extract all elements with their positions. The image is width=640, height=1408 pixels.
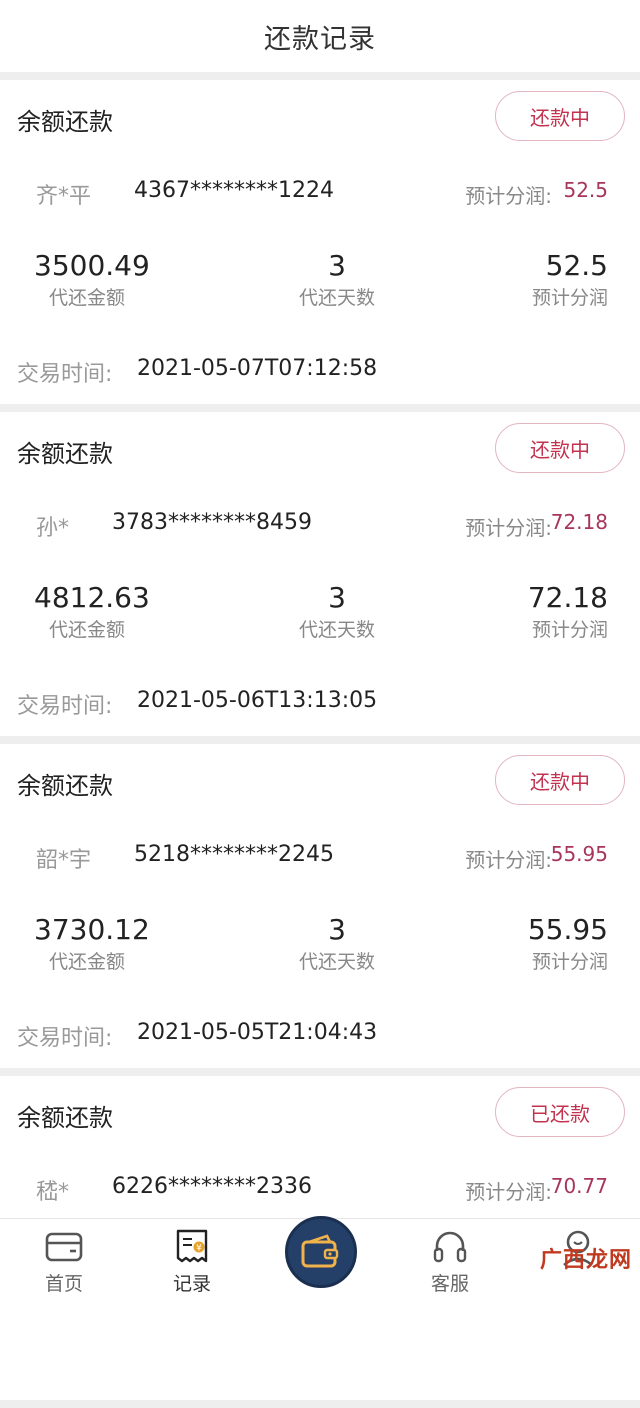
days-value: 3	[328, 249, 346, 282]
amount-stat: 3500.49 代还金额	[34, 248, 150, 312]
app-header: 还款记录	[0, 0, 640, 72]
days-value: 3	[328, 913, 346, 946]
days-stat: 3 代还天数	[295, 248, 379, 312]
page-title: 还款记录	[264, 23, 376, 55]
customer-name: 韶*宇	[36, 848, 92, 873]
share-value: 52.5	[563, 178, 608, 202]
status-button[interactable]: 还款中	[495, 423, 625, 473]
record-card[interactable]: 余额还款 还款中 孙* 3783********8459 预计分润: 72.18…	[0, 412, 640, 736]
wallet-icon	[301, 1234, 339, 1268]
wallet-card-icon	[24, 1227, 104, 1267]
status-button[interactable]: 还款中	[495, 755, 625, 805]
center-wallet-button[interactable]	[285, 1216, 357, 1288]
time-label: 交易时间:	[17, 1026, 113, 1051]
svg-text:¥: ¥	[196, 1244, 202, 1254]
time-value: 2021-05-07T07:12:58	[137, 356, 378, 381]
tab-records[interactable]: ¥ 记录	[152, 1227, 232, 1296]
share-value: 55.95	[550, 842, 608, 866]
record-card[interactable]: 余额还款 还款中 齐*平 4367********1224 预计分润: 52.5…	[0, 80, 640, 404]
headset-icon	[410, 1227, 490, 1267]
receipt-icon: ¥	[152, 1227, 232, 1267]
tab-service[interactable]: 客服	[410, 1227, 490, 1296]
status-button[interactable]: 还款中	[495, 91, 625, 141]
time-label: 交易时间:	[17, 362, 113, 387]
share-label: 预计分润:	[465, 848, 552, 872]
profit-stat: 72.18 预计分润	[528, 580, 608, 644]
record-type: 余额还款	[17, 1104, 113, 1132]
customer-name: 齐*平	[36, 184, 92, 209]
tab-service-label: 客服	[430, 1273, 469, 1295]
card-number: 4367********1224	[134, 178, 334, 203]
record-type: 余额还款	[17, 772, 113, 800]
profit-stat: 52.5 预计分润	[532, 248, 608, 312]
status-button[interactable]: 已还款	[495, 1087, 625, 1137]
profit-value: 55.95	[527, 913, 608, 946]
share-label: 预计分润:	[465, 184, 552, 208]
share-label: 预计分润:	[465, 1180, 552, 1204]
amount-label: 代还金额	[49, 287, 126, 309]
amount-value: 3730.12	[34, 913, 150, 946]
share-label: 预计分润:	[465, 516, 552, 540]
profit-value: 52.5	[545, 249, 608, 282]
record-type: 余额还款	[17, 440, 113, 468]
amount-label: 代还金额	[49, 619, 126, 641]
days-label: 代还天数	[298, 619, 375, 641]
days-value: 3	[328, 581, 346, 614]
profit-value: 72.18	[527, 581, 608, 614]
amount-value: 4812.63	[34, 581, 150, 614]
time-value: 2021-05-05T21:04:43	[137, 1020, 378, 1045]
profit-label: 预计分润	[531, 951, 608, 973]
card-number: 5218********2245	[134, 842, 334, 867]
tab-home-label: 首页	[44, 1273, 83, 1295]
record-type: 余额还款	[17, 108, 113, 136]
watermark-text: 广西龙网	[539, 1248, 632, 1273]
amount-label: 代还金额	[49, 951, 126, 973]
days-stat: 3 代还天数	[295, 912, 379, 976]
amount-stat: 4812.63 代还金额	[34, 580, 150, 644]
share-value: 72.18	[550, 510, 608, 534]
days-stat: 3 代还天数	[295, 580, 379, 644]
profit-label: 预计分润	[531, 287, 608, 309]
profit-stat: 55.95 预计分润	[528, 912, 608, 976]
amount-stat: 3730.12 代还金额	[34, 912, 150, 976]
record-list: 余额还款 还款中 齐*平 4367********1224 预计分润: 52.5…	[0, 80, 640, 1408]
time-value: 2021-05-06T13:13:05	[137, 688, 378, 713]
card-number: 3783********8459	[112, 510, 312, 535]
time-label: 交易时间:	[17, 694, 113, 719]
customer-name: 孙*	[36, 516, 70, 541]
card-number: 6226********2336	[112, 1174, 312, 1199]
days-label: 代还天数	[298, 951, 375, 973]
customer-name: 嵇*	[36, 1180, 70, 1205]
amount-value: 3500.49	[34, 249, 150, 282]
profit-label: 预计分润	[531, 619, 608, 641]
tab-records-label: 记录	[172, 1273, 211, 1295]
days-label: 代还天数	[298, 287, 375, 309]
tab-home[interactable]: 首页	[24, 1227, 104, 1296]
share-value: 70.77	[550, 1174, 608, 1198]
record-card[interactable]: 余额还款 还款中 韶*宇 5218********2245 预计分润: 55.9…	[0, 744, 640, 1068]
